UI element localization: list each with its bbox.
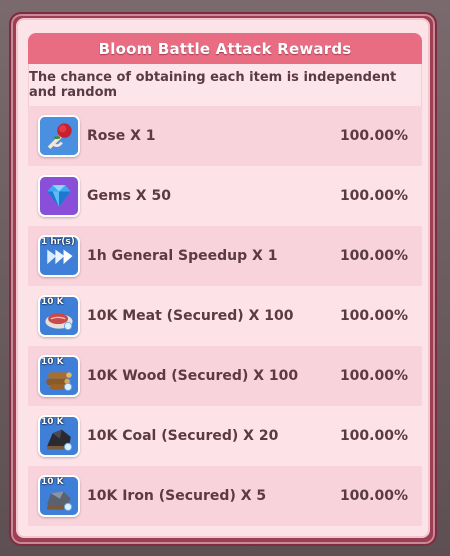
reward-row: 10 K 10K Wood (Secured) X 100 100.00%	[28, 346, 422, 406]
dialog-subtitle: The chance of obtaining each item is ind…	[28, 64, 422, 106]
reward-name: 10K Meat (Secured) X 100	[87, 308, 294, 324]
reward-name: 10K Iron (Secured) X 5	[87, 488, 267, 504]
reward-chance: 100.00%	[339, 428, 408, 444]
speedup-icon: 1 hr(s)	[38, 235, 80, 277]
meat-icon: 10 K	[38, 295, 80, 337]
reward-row: Rose X 1 100.00%	[28, 106, 422, 166]
wood-icon: 10 K	[38, 355, 80, 397]
reward-row: Gems X 50 100.00%	[28, 166, 422, 226]
reward-name: Gems X 50	[87, 188, 171, 204]
reward-chance: 100.00%	[339, 248, 408, 264]
reward-row: 1 hr(s) 1h General Speedup X 1 100.00%	[28, 226, 422, 286]
reward-chance: 100.00%	[339, 308, 408, 324]
amount-tag: 10 K	[41, 357, 64, 367]
reward-name: 10K Coal (Secured) X 20	[87, 428, 279, 444]
reward-name: 10K Wood (Secured) X 100	[87, 368, 299, 384]
reward-chance: 100.00%	[339, 128, 408, 144]
amount-tag: 10 K	[41, 297, 64, 307]
reward-name: 1h General Speedup X 1	[87, 248, 278, 264]
reward-chance: 100.00%	[339, 488, 408, 504]
iron-icon: 10 K	[38, 475, 80, 517]
speedup-duration-tag: 1 hr(s)	[41, 237, 75, 247]
reward-chance: 100.00%	[339, 188, 408, 204]
amount-tag: 10 K	[41, 417, 64, 427]
reward-chance: 100.00%	[339, 368, 408, 384]
reward-row: 10 K 10K Coal (Secured) X 20 100.00%	[28, 406, 422, 466]
reward-name: Rose X 1	[87, 128, 156, 144]
gems-icon	[38, 175, 80, 217]
amount-tag: 10 K	[41, 477, 64, 487]
reward-row: 10 K 10K Meat (Secured) X 100 100.00%	[28, 286, 422, 346]
rose-icon	[38, 115, 80, 157]
reward-row: 10 K 10K Iron (Secured) X 5 100.00%	[28, 466, 422, 526]
dialog-title: Bloom Battle Attack Rewards	[28, 33, 422, 64]
rewards-list: Rose X 1 100.00% Gems X 50 100.00% 1 hr(…	[28, 106, 422, 526]
coal-icon: 10 K	[38, 415, 80, 457]
